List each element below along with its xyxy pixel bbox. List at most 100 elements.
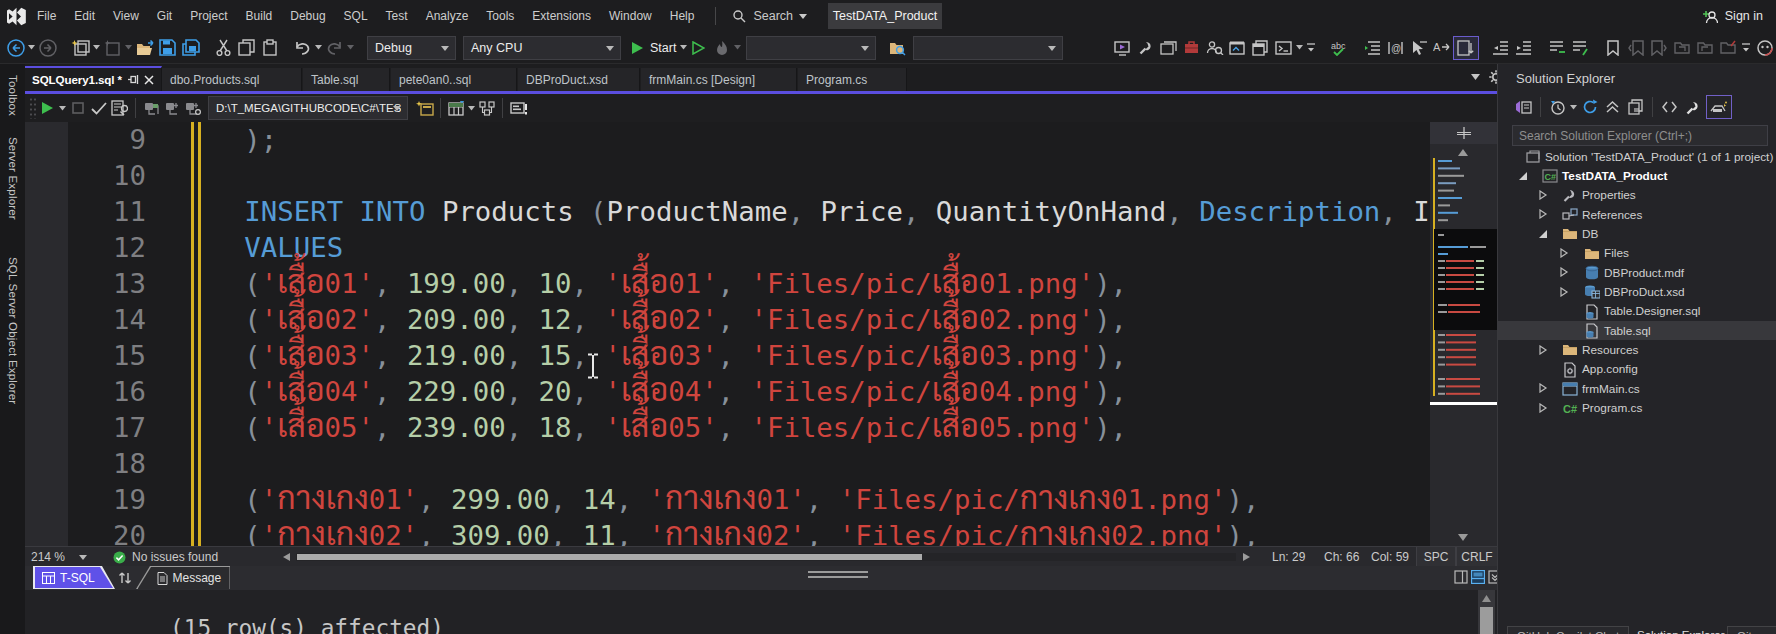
- tree-item-program.cs[interactable]: C#Program.cs: [1498, 398, 1776, 417]
- navigate-forward-button[interactable]: [36, 35, 59, 61]
- dropdown-caret-icon[interactable]: [314, 35, 323, 61]
- search-control[interactable]: Search: [732, 9, 807, 23]
- document-tab-dbproduct.xsd[interactable]: DBProDuct.xsd: [518, 68, 640, 91]
- tree-item-files[interactable]: Files: [1498, 244, 1776, 263]
- tree-item-resources[interactable]: Resources: [1498, 340, 1776, 359]
- select-pointer-button[interactable]: [1407, 35, 1430, 61]
- expander-collapsed-icon[interactable]: [1559, 287, 1569, 297]
- dropdown-caret-icon[interactable]: [733, 35, 742, 61]
- tool-tab-git-ch[interactable]: Git Ch: [1727, 626, 1776, 634]
- scroll-up-icon[interactable]: [1482, 595, 1491, 602]
- menu-project[interactable]: Project: [181, 0, 236, 32]
- menu-edit[interactable]: Edit: [65, 0, 104, 32]
- search-dropdown-empty[interactable]: [913, 36, 1063, 60]
- attach-button[interactable]: [1134, 35, 1157, 61]
- expander-collapsed-icon[interactable]: [1559, 267, 1569, 277]
- menu-analyze[interactable]: Analyze: [417, 0, 478, 32]
- split-horizontal-icon-active[interactable]: [1471, 570, 1485, 584]
- new-project-button[interactable]: [69, 35, 92, 61]
- toggle-bookmark-button[interactable]: [1601, 35, 1624, 61]
- execute-query-button[interactable]: [37, 95, 58, 121]
- next-bookmark-folder-button[interactable]: [1693, 35, 1716, 61]
- sign-in-button[interactable]: Sign in: [1702, 0, 1763, 32]
- toggle-selection-button[interactable]: [1453, 36, 1479, 60]
- dropdown-caret-icon[interactable]: [58, 95, 67, 121]
- expander-collapsed-icon[interactable]: [1538, 383, 1548, 393]
- tree-item-properties[interactable]: Properties: [1498, 186, 1776, 205]
- horizontal-scrollbar[interactable]: [296, 553, 1236, 561]
- dropdown-caret-icon[interactable]: [467, 95, 476, 121]
- expander-expanded-icon[interactable]: [1518, 171, 1528, 181]
- menu-test[interactable]: Test: [377, 0, 417, 32]
- dropdown-caret-icon[interactable]: [92, 35, 101, 61]
- window-layout-button[interactable]: [1249, 35, 1272, 61]
- copy-button[interactable]: [235, 35, 258, 61]
- tree-item-dbproduct.xsd[interactable]: DBProDuct.xsd: [1498, 282, 1776, 301]
- dropdown-caret-icon[interactable]: [124, 35, 133, 61]
- side-tab-sql-server-object-explorer[interactable]: SQL Server Object Explorer: [0, 257, 25, 404]
- toolbar-grip[interactable]: [29, 97, 37, 119]
- show-all-files-button[interactable]: [1658, 94, 1681, 120]
- new-query-button[interactable]: [414, 95, 435, 121]
- health-indicator[interactable]: No issues found: [113, 547, 218, 567]
- menu-extensions[interactable]: Extensions: [523, 0, 600, 32]
- switch-views-button[interactable]: [1512, 94, 1535, 120]
- results-vertical-scrollbar[interactable]: [1478, 590, 1495, 634]
- navigate-back-button[interactable]: [4, 35, 27, 61]
- properties-button[interactable]: [1681, 94, 1704, 120]
- platform-dropdown[interactable]: Any CPU: [463, 36, 621, 60]
- split-editor-handle[interactable]: [1430, 122, 1497, 144]
- previous-bookmark-button[interactable]: [1624, 35, 1647, 61]
- parse-query-button[interactable]: [88, 95, 109, 121]
- menu-tools[interactable]: Tools: [477, 0, 523, 32]
- tab-list-chevron-icon[interactable]: [1471, 74, 1480, 80]
- tool-tab-solution-explorer[interactable]: Solution Explorer: [1628, 626, 1734, 634]
- collapse-all-button[interactable]: [1601, 94, 1624, 120]
- expander-collapsed-icon[interactable]: [1538, 403, 1548, 413]
- scroll-right-icon[interactable]: [1243, 553, 1250, 561]
- redo-button[interactable]: [323, 35, 346, 61]
- menu-git[interactable]: Git: [148, 0, 181, 32]
- copilot-badge-button[interactable]: [1753, 35, 1776, 61]
- tab-tsql[interactable]: T-SQL: [35, 567, 113, 588]
- home-button[interactable]: [1226, 35, 1249, 61]
- document-tab-dbo.products.sql[interactable]: dbo.Products.sql: [162, 68, 302, 91]
- live-share-button[interactable]: [1203, 35, 1226, 61]
- tree-item-frmmain.cs[interactable]: frmMain.cs: [1498, 379, 1776, 398]
- prev-bookmark-folder-button[interactable]: [1670, 35, 1693, 61]
- expander-expanded-icon[interactable]: [1538, 229, 1548, 239]
- status-spaces[interactable]: SPC: [1416, 547, 1456, 567]
- code-editor[interactable]: 91011121314151617181920 ); INSERT INTO P…: [25, 122, 1430, 546]
- increase-indent-button[interactable]: [1512, 35, 1535, 61]
- disconnect-button[interactable]: [162, 95, 183, 121]
- expander-collapsed-icon[interactable]: [1559, 248, 1569, 258]
- clear-bookmarks-button[interactable]: [1716, 35, 1739, 61]
- save-all-button[interactable]: [179, 35, 202, 61]
- at-symbol-button[interactable]: @: [1384, 35, 1407, 61]
- cut-button[interactable]: [212, 35, 235, 61]
- document-tab-frmmain.cs-design-[interactable]: frmMain.cs [Design]: [641, 68, 797, 91]
- tab-message[interactable]: Message: [138, 567, 230, 589]
- toolbar-overflow[interactable]: [1304, 35, 1318, 61]
- intellisense-button[interactable]: [508, 95, 529, 121]
- code-text[interactable]: ); INSERT INTO Products (ProductName, Pr…: [179, 122, 1431, 546]
- swap-order-icon[interactable]: [118, 571, 132, 585]
- terminal-button[interactable]: [1272, 35, 1295, 61]
- menu-debug[interactable]: Debug: [281, 0, 334, 32]
- properties-pages-button[interactable]: [1624, 94, 1647, 120]
- tree-item-db[interactable]: DB: [1498, 224, 1776, 243]
- comment-button[interactable]: [1545, 35, 1568, 61]
- document-tab-sqlquery1.sql[interactable]: SQLQuery1.sql *: [25, 66, 162, 91]
- tree-item-testdata-product[interactable]: C#TestDATA_Product: [1498, 166, 1776, 185]
- pin-icon[interactable]: [127, 74, 139, 85]
- schema-compare-button[interactable]: [476, 95, 497, 121]
- refresh-button[interactable]: [1578, 94, 1601, 120]
- tree-item-table.designer.sql[interactable]: Table.Designer.sql: [1498, 302, 1776, 321]
- test-explorer-button[interactable]: [1180, 35, 1203, 61]
- solution-explorer-search-input[interactable]: Search Solution Explorer (Ctrl+;): [1512, 125, 1768, 146]
- display-table-button[interactable]: [446, 95, 467, 121]
- change-connection-button[interactable]: [183, 95, 204, 121]
- menu-help[interactable]: Help: [661, 0, 704, 32]
- pending-changes-filter-button[interactable]: [1546, 94, 1569, 120]
- tool-tab-github-copilot-chat[interactable]: GitHub Copilot Chat: [1507, 626, 1629, 634]
